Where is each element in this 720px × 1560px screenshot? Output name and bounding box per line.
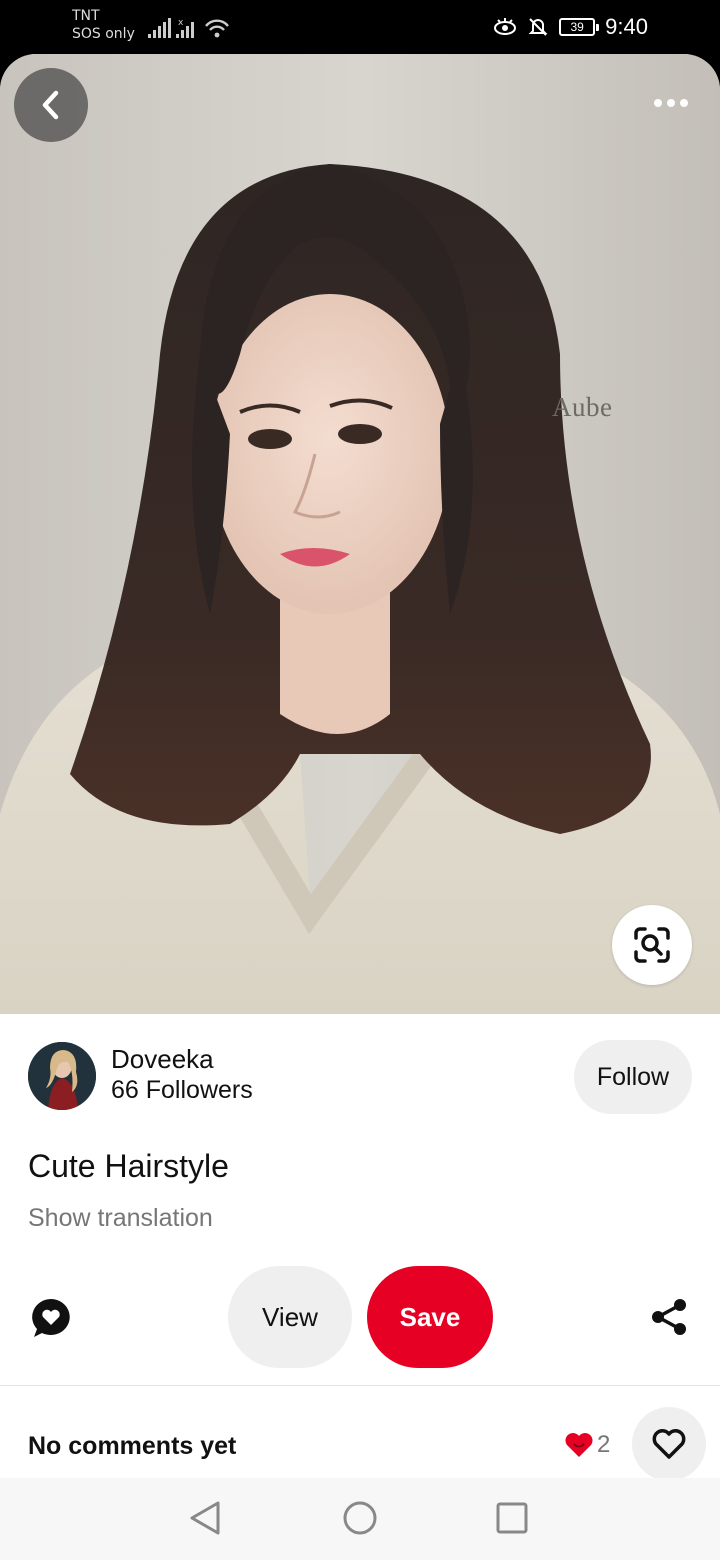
- pin-details: Doveeka 66 Followers Follow Cute Hairsty…: [0, 1014, 720, 1481]
- view-button[interactable]: View: [228, 1266, 352, 1368]
- system-nav-bar: [0, 1478, 720, 1560]
- creator-name[interactable]: Doveeka: [111, 1044, 214, 1075]
- square-recents-icon: [496, 1502, 528, 1534]
- circle-home-icon: [343, 1501, 377, 1535]
- image-watermark: Aube: [552, 392, 613, 422]
- nav-recents-button[interactable]: [496, 1502, 528, 1539]
- chevron-left-icon: [42, 90, 59, 120]
- save-button[interactable]: Save: [367, 1266, 493, 1368]
- pin-title: Cute Hairstyle: [28, 1148, 229, 1184]
- signal-icon: x: [148, 18, 232, 40]
- back-button[interactable]: [14, 68, 88, 142]
- more-options-button[interactable]: [648, 88, 694, 118]
- mute-icon: [528, 18, 548, 36]
- reaction-heart-icon: [564, 1432, 594, 1458]
- heart-outline-icon: [652, 1429, 686, 1459]
- follow-button[interactable]: Follow: [574, 1040, 692, 1114]
- triangle-back-icon: [190, 1501, 220, 1535]
- carrier-info: TNT SOS only: [72, 8, 135, 43]
- lens-search-icon: [634, 927, 670, 963]
- portrait-photo: [0, 54, 720, 1014]
- nav-home-button[interactable]: [342, 1500, 378, 1541]
- pin-image[interactable]: Aube: [0, 54, 720, 1014]
- follower-count: 66 Followers: [111, 1076, 253, 1104]
- reaction-count: 2: [597, 1431, 611, 1458]
- carrier-name: TNT: [72, 8, 100, 24]
- show-translation-link[interactable]: Show translation: [28, 1204, 213, 1233]
- battery-icon: 39: [559, 18, 600, 36]
- status-bar: TNT SOS only x 39 9:40: [0, 0, 720, 54]
- status-right: 39 9:40: [493, 14, 648, 40]
- share-icon[interactable]: [650, 1298, 688, 1336]
- avatar[interactable]: [28, 1042, 96, 1110]
- like-button[interactable]: [632, 1407, 706, 1481]
- eye-icon: [494, 18, 517, 35]
- visual-search-button[interactable]: [612, 905, 692, 985]
- divider: [0, 1385, 720, 1386]
- carrier-sub: SOS only: [72, 25, 135, 42]
- comments-label: No comments yet: [28, 1432, 237, 1460]
- more-dots-icon: [654, 99, 688, 107]
- svg-text:x: x: [178, 18, 184, 28]
- nav-back-button[interactable]: [188, 1500, 222, 1541]
- react-heart-bubble-icon[interactable]: [30, 1297, 72, 1339]
- clock: 9:40: [605, 14, 648, 39]
